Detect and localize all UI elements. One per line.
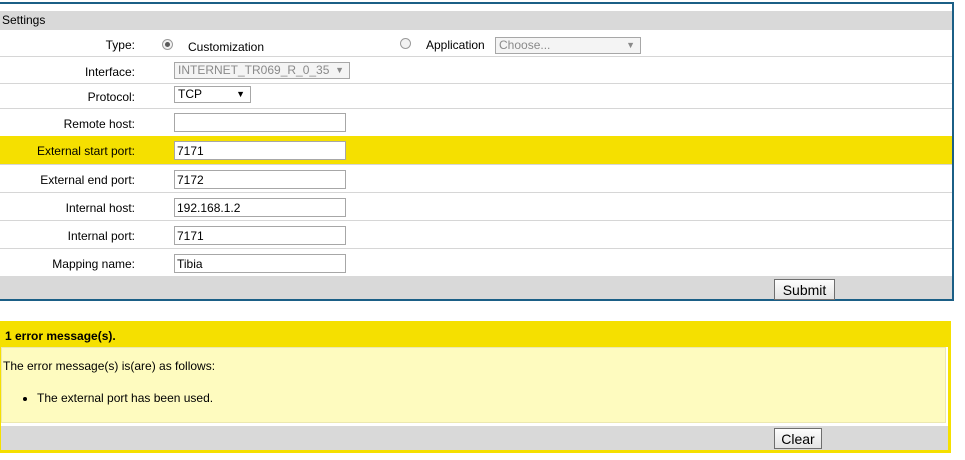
mapping-name-label: Mapping name: [52, 257, 135, 271]
settings-footer: Submit [0, 276, 952, 300]
error-list: The external port has been used. [2, 391, 213, 405]
protocol-label: Protocol: [87, 90, 135, 104]
internal-host-input[interactable]: 192.168.1.2 [174, 198, 346, 217]
interface-row: Interface: INTERNET_TR069_R_0_35 ▼ [0, 56, 952, 83]
interface-select-value: INTERNET_TR069_R_0_35 [178, 63, 330, 77]
interface-select[interactable]: INTERNET_TR069_R_0_35 ▼ [174, 62, 350, 79]
remote-host-row: Remote host: [0, 108, 952, 136]
mapping-name-row: Mapping name: Tibia [0, 248, 952, 276]
settings-title: Settings [0, 11, 952, 30]
external-start-port-label: External start port: [36, 144, 135, 158]
application-select[interactable]: Choose... ▼ [495, 37, 641, 54]
error-intro: The error message(s) is(are) as follows: [3, 359, 216, 373]
clear-button[interactable]: Clear [774, 428, 822, 449]
external-start-port-row: External start port: 7171 [0, 136, 952, 164]
error-body: The error message(s) is(are) as follows:… [1, 347, 946, 423]
internal-host-label: Internal host: [65, 201, 135, 215]
settings-panel: Settings Type: Customization Application… [0, 2, 954, 301]
external-end-port-row: External end port: 7172 [0, 164, 952, 192]
external-end-port-input[interactable]: 7172 [174, 170, 346, 189]
error-panel: 1 error message(s). The error message(s)… [0, 321, 951, 453]
application-label: Application [426, 38, 485, 52]
error-footer: Clear [1, 426, 948, 450]
protocol-select-value: TCP [178, 87, 202, 101]
customization-label: Customization [188, 40, 265, 54]
remote-host-input[interactable] [174, 113, 346, 132]
chevron-down-icon: ▼ [626, 40, 635, 50]
customization-radio[interactable] [162, 39, 173, 50]
remote-host-label: Remote host: [63, 117, 135, 131]
type-label: Type: [105, 38, 135, 52]
application-select-value: Choose... [499, 38, 551, 52]
chevron-down-icon: ▼ [335, 65, 344, 75]
mapping-name-input[interactable]: Tibia [174, 254, 346, 273]
submit-button[interactable]: Submit [774, 279, 835, 300]
external-start-port-input[interactable]: 7171 [174, 141, 346, 160]
internal-port-label: Internal port: [67, 229, 135, 243]
internal-host-row: Internal host: 192.168.1.2 [0, 192, 952, 220]
chevron-down-icon: ▼ [236, 89, 245, 99]
protocol-select[interactable]: TCP ▼ [174, 86, 251, 103]
internal-port-row: Internal port: 7171 [0, 220, 952, 248]
internal-port-input[interactable]: 7171 [174, 226, 346, 245]
interface-label: Interface: [84, 65, 135, 79]
application-radio[interactable] [400, 38, 411, 49]
protocol-row: Protocol: TCP ▼ [0, 83, 952, 108]
external-end-port-label: External end port: [40, 173, 135, 187]
error-title: 1 error message(s). [1, 324, 948, 347]
error-message: The external port has been used. [37, 391, 213, 405]
type-row: Type: Customization Application Choose..… [0, 30, 952, 56]
